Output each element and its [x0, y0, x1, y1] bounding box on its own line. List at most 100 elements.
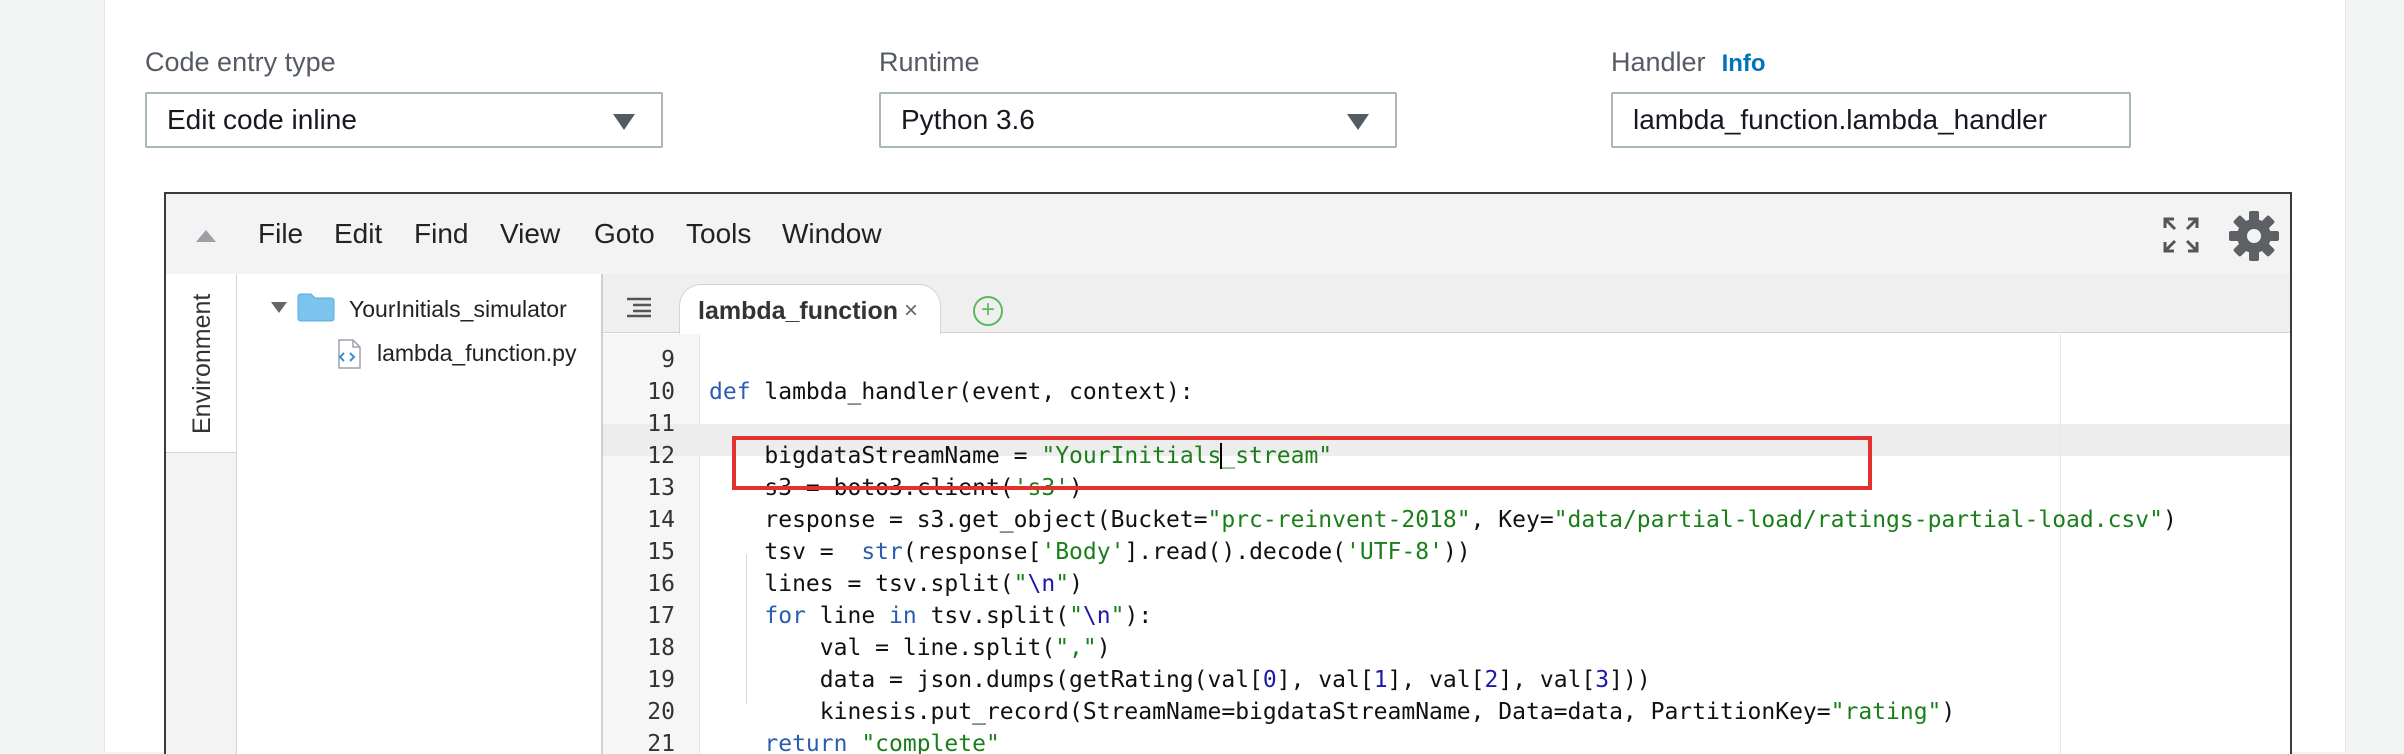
code-text: ):: [1124, 603, 1153, 629]
string-literal: "prc-reinvent-2018": [1207, 507, 1471, 533]
fullscreen-icon[interactable]: [2162, 216, 2200, 254]
line-number: 11: [647, 411, 675, 437]
string-literal: "complete": [847, 731, 1000, 754]
editor-menubar: File Edit Find View Goto Tools Window: [166, 194, 2290, 275]
menu-find[interactable]: Find: [414, 216, 468, 252]
code-text: , Key=: [1470, 507, 1554, 533]
menu-tools[interactable]: Tools: [686, 216, 751, 252]
code-text: ): [1941, 699, 1956, 725]
code-text: response = s3.get_object(Bucket=: [709, 507, 1208, 533]
number-literal: 2: [1484, 667, 1499, 693]
folder-icon: [297, 293, 335, 322]
code-text: ): [2162, 507, 2177, 533]
code-entry-label: Code entry type: [145, 47, 336, 77]
keyword: def: [709, 379, 751, 405]
line-number: 12: [647, 443, 675, 469]
line-number: 14: [647, 507, 675, 533]
code-text: ], val[: [1498, 667, 1596, 693]
string-literal: ": [1069, 603, 1083, 629]
environment-tab[interactable]: Environment: [166, 274, 236, 453]
collapse-toggle-icon[interactable]: [196, 230, 216, 242]
line-number: 15: [647, 539, 675, 565]
code-text: tsv =: [709, 539, 862, 565]
line-number: 16: [647, 571, 675, 597]
menu-goto[interactable]: Goto: [594, 216, 655, 252]
menu-file[interactable]: File: [258, 216, 303, 252]
code-text: ])): [1609, 667, 1651, 693]
code-entry-field: Code entry type Edit code inline: [145, 44, 663, 148]
code-line-16: lines = tsv.split("\n"): [709, 568, 1083, 600]
code-text: kinesis.put_record(StreamName=bigdataStr…: [709, 699, 1831, 725]
line-number: 13: [647, 475, 675, 501]
code-text: val = line.split(: [709, 635, 1056, 661]
code-entry-select[interactable]: Edit code inline: [145, 92, 663, 148]
python-file-icon: [338, 339, 361, 369]
caret-down-icon: [1347, 114, 1369, 130]
environment-tab-label: Environment: [188, 293, 216, 434]
code-text: line: [805, 603, 890, 629]
code-line-17: for line in tsv.split("\n"):: [709, 600, 1152, 632]
expand-triangle-icon[interactable]: [271, 302, 287, 313]
runtime-field: Runtime Python 3.6: [879, 44, 1397, 148]
tab-label: lambda_function: [698, 297, 899, 325]
string-literal: 'UTF-8': [1346, 539, 1443, 565]
line-number: 19: [647, 667, 675, 693]
escape-sequence: \n: [1082, 603, 1111, 629]
builtin-function: str: [861, 539, 903, 565]
string-literal: "rating": [1830, 699, 1942, 725]
environment-sidebar: Environment: [166, 274, 237, 754]
editor-tabs-bar: lambda_function × +: [603, 274, 2290, 334]
code-area[interactable]: 9 10 11 12 13 14 15 16 17 18 19 20 21 de…: [603, 334, 2290, 754]
line-number: 9: [661, 347, 675, 373]
handler-input[interactable]: lambda_function.lambda_handler: [1611, 92, 2131, 148]
runtime-label: Runtime: [879, 47, 980, 77]
code-line-19: data = json.dumps(getRating(val[0 ], val[…: [709, 664, 1651, 696]
code-line-14: response = s3.get_object(Bucket="prc-rei…: [709, 504, 2177, 536]
code-text: ], val[: [1387, 667, 1485, 693]
code-text: ): [1069, 571, 1083, 597]
line-number: 17: [647, 603, 675, 629]
settings-gear-icon[interactable]: [2228, 210, 2280, 262]
code-text: )): [1442, 539, 1471, 565]
code-line-15: tsv = str(response['Body'].read().decode…: [709, 536, 1471, 568]
add-tab-icon[interactable]: +: [973, 296, 1003, 326]
menu-window[interactable]: Window: [782, 216, 882, 252]
string-literal: ": [1055, 571, 1070, 597]
code-line-18: val = line.split(","): [709, 632, 1111, 664]
code-text: ].read().decode(: [1124, 539, 1347, 565]
menu-view[interactable]: View: [500, 216, 560, 252]
runtime-value: Python 3.6: [901, 104, 1035, 135]
keyword: for: [764, 603, 806, 629]
menu-edit[interactable]: Edit: [334, 216, 382, 252]
code-text: (response[: [902, 539, 1042, 565]
file-name[interactable]: lambda_function.py: [377, 338, 576, 368]
code-entry-value: Edit code inline: [167, 104, 357, 135]
code-line-20: kinesis.put_record(StreamName=bigdataStr…: [709, 696, 1956, 728]
folder-name[interactable]: YourInitials_simulator: [349, 294, 567, 324]
line-number: 21: [647, 731, 675, 754]
file-tree: YourInitials_simulator lambda_function.p…: [237, 274, 603, 754]
code-text: lines = tsv.split(: [709, 571, 1014, 597]
line-number: 20: [647, 699, 675, 725]
escape-sequence: \n: [1027, 571, 1056, 597]
tab-list-icon[interactable]: [625, 296, 653, 318]
code-text: lambda_handler(event, context):: [750, 379, 1194, 405]
code-text: data = json.dumps(getRating(val[: [709, 667, 1263, 693]
code-text: tsv.split(: [916, 603, 1070, 629]
line-number: 18: [647, 635, 675, 661]
number-literal: 0: [1262, 667, 1277, 693]
code-text: ): [1096, 635, 1111, 661]
code-line-21: return "complete": [709, 728, 1000, 754]
runtime-select[interactable]: Python 3.6: [879, 92, 1397, 148]
handler-label-text: Handler: [1611, 47, 1706, 77]
tab-close-icon[interactable]: ×: [904, 297, 918, 325]
caret-down-icon: [613, 114, 635, 130]
code-line-10: def lambda_handler(event, context):: [709, 376, 1194, 408]
handler-label: Handler Info: [1611, 44, 1766, 80]
handler-info-link[interactable]: Info: [1722, 50, 1766, 77]
tab-lambda-function[interactable]: lambda_function ×: [679, 284, 941, 334]
keyword: return: [764, 731, 848, 754]
keyword: in: [889, 603, 917, 629]
